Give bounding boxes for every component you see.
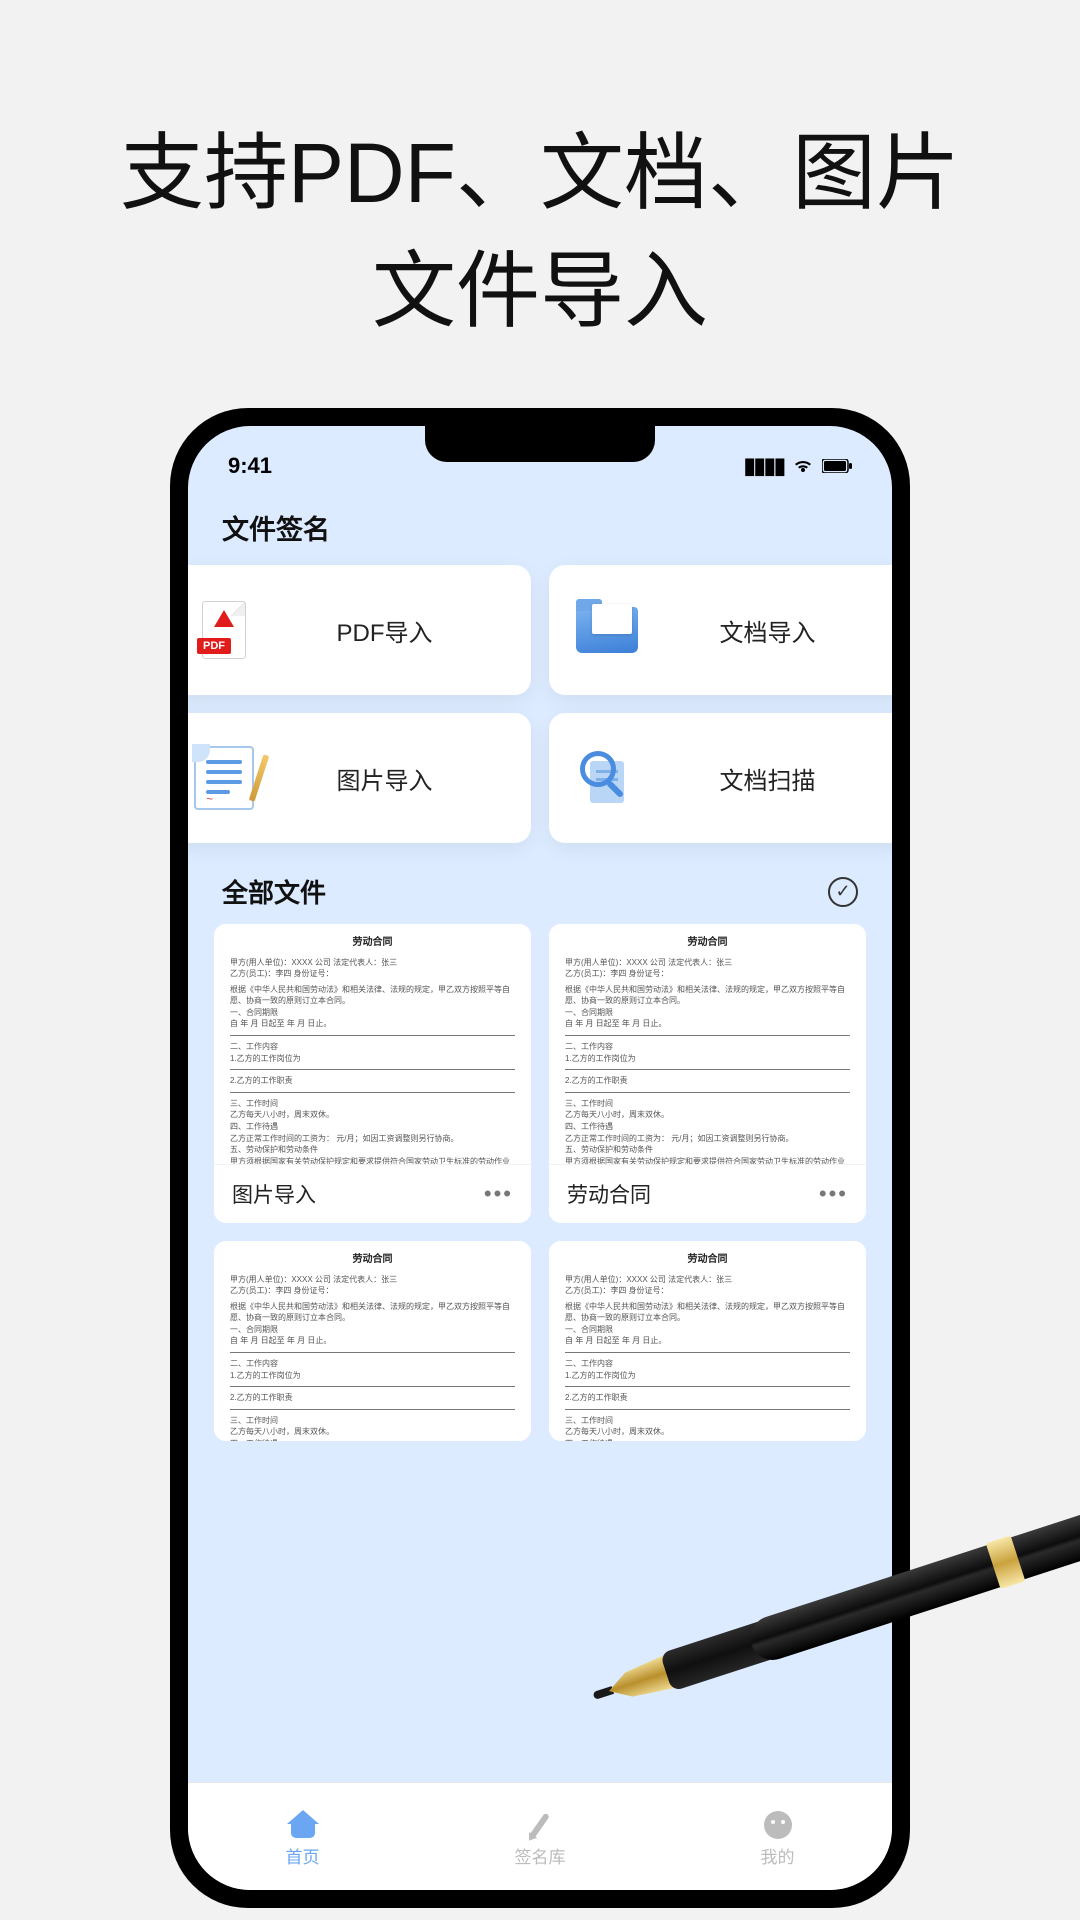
file-grid-row2: 劳动合同 甲方(用人单位)：XXXX 公司 法定代表人：张三 乙方(员工)：李四…: [188, 1241, 892, 1441]
battery-icon: [822, 459, 852, 473]
phone-screen: 9:41 ▮▮▮▮ 文件签名 PDF PDF导入: [188, 426, 892, 1890]
file-card[interactable]: 劳动合同 甲方(用人单位)：XXXX 公司 法定代表人：张三 乙方(员工)：李四…: [549, 924, 866, 1223]
select-toggle-icon[interactable]: ✓: [828, 877, 858, 907]
hero-title: 支持PDF、文档、图片 文件导入: [0, 0, 1080, 350]
phone-frame: 9:41 ▮▮▮▮ 文件签名 PDF PDF导入: [170, 408, 910, 1908]
doc-scan-label: 文档扫描: [643, 761, 892, 796]
file-preview: 劳动合同 甲方(用人单位)：XXXX 公司 法定代表人：张三 乙方(员工)：李四…: [214, 924, 531, 1164]
hero-line1: 支持PDF、文档、图片: [0, 115, 1080, 233]
file-sign-title: 文件签名: [188, 486, 892, 565]
file-card[interactable]: 劳动合同 甲方(用人单位)：XXXX 公司 法定代表人：张三 乙方(员工)：李四…: [214, 1241, 531, 1441]
file-preview: 劳动合同 甲方(用人单位)：XXXX 公司 法定代表人：张三 乙方(员工)：李四…: [549, 924, 866, 1164]
all-files-title: 全部文件: [222, 873, 326, 910]
pdf-icon: PDF: [188, 594, 260, 666]
file-preview: 劳动合同 甲方(用人单位)：XXXX 公司 法定代表人：张三 乙方(员工)：李四…: [214, 1241, 531, 1441]
file-name: 图片导入: [232, 1179, 316, 1209]
status-indicators: ▮▮▮▮: [744, 453, 852, 479]
home-icon: [286, 1811, 320, 1839]
tab-mine[interactable]: 我的: [761, 1811, 795, 1868]
file-card[interactable]: 劳动合同 甲方(用人单位)：XXXX 公司 法定代表人：张三 乙方(员工)：李四…: [214, 924, 531, 1223]
doc-import-card[interactable]: 文档导入: [549, 565, 892, 695]
more-icon[interactable]: •••: [819, 1181, 848, 1207]
hero-line2: 文件导入: [0, 233, 1080, 351]
signal-icon: ▮▮▮▮: [744, 453, 784, 479]
pdf-import-label: PDF导入: [260, 613, 509, 648]
more-icon[interactable]: •••: [484, 1181, 513, 1207]
phone-notch: [425, 426, 655, 462]
file-name: 劳动合同: [567, 1179, 651, 1209]
doc-import-label: 文档导入: [643, 613, 892, 648]
file-grid-row1: 劳动合同 甲方(用人单位)：XXXX 公司 法定代表人：张三 乙方(员工)：李四…: [188, 924, 892, 1223]
image-import-label: 图片导入: [260, 761, 509, 796]
doc-scan-card[interactable]: 文档扫描: [549, 713, 892, 843]
tab-sign-label: 签名库: [515, 1843, 566, 1868]
pen-icon: [523, 1811, 557, 1839]
scan-icon: [571, 742, 643, 814]
file-preview: 劳动合同 甲方(用人单位)：XXXX 公司 法定代表人：张三 乙方(员工)：李四…: [549, 1241, 866, 1441]
all-files-header: 全部文件 ✓: [188, 843, 892, 924]
folder-icon: [571, 594, 643, 666]
tab-mine-label: 我的: [761, 1843, 795, 1868]
image-sign-icon: ~: [188, 742, 260, 814]
file-card[interactable]: 劳动合同 甲方(用人单位)：XXXX 公司 法定代表人：张三 乙方(员工)：李四…: [549, 1241, 866, 1441]
tab-home-label: 首页: [286, 1843, 320, 1868]
tab-sign-library[interactable]: 签名库: [515, 1811, 566, 1868]
pdf-import-card[interactable]: PDF PDF导入: [188, 565, 531, 695]
face-icon: [761, 1811, 795, 1839]
status-time: 9:41: [228, 453, 272, 479]
image-import-card[interactable]: ~ 图片导入: [188, 713, 531, 843]
action-cards: PDF PDF导入 文档导入 ~ 图片导入: [188, 565, 892, 843]
wifi-icon: [792, 458, 814, 474]
tab-home[interactable]: 首页: [286, 1811, 320, 1868]
tab-bar: 首页 签名库 我的: [188, 1782, 892, 1890]
